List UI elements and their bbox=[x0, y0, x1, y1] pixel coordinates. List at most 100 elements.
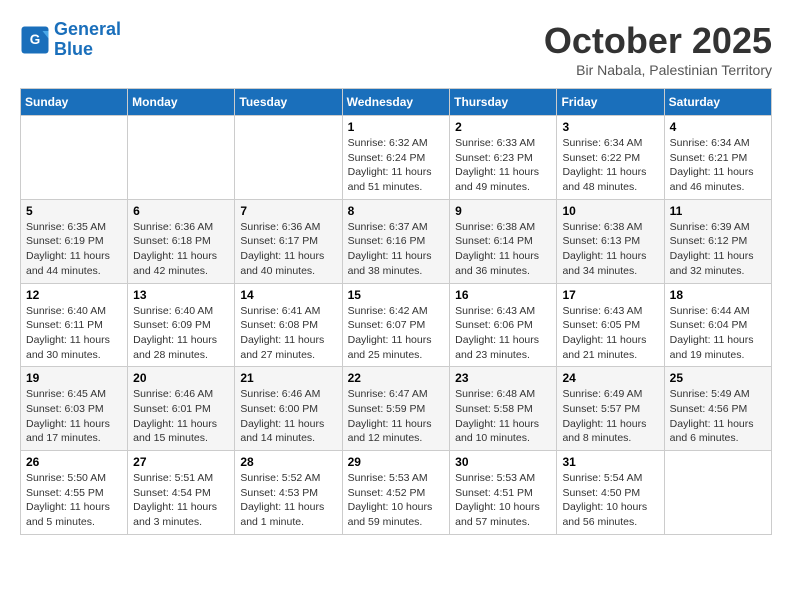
day-info: Sunrise: 5:53 AM Sunset: 4:51 PM Dayligh… bbox=[455, 471, 551, 530]
day-number: 6 bbox=[133, 204, 229, 218]
calendar-cell: 28 Sunrise: 5:52 AM Sunset: 4:53 PM Dayli… bbox=[235, 451, 342, 535]
month-title: October 2025 bbox=[544, 20, 772, 62]
calendar-cell: 25 Sunrise: 5:49 AM Sunset: 4:56 PM Dayli… bbox=[664, 367, 771, 451]
day-number: 19 bbox=[26, 371, 122, 385]
day-number: 21 bbox=[240, 371, 336, 385]
day-info: Sunrise: 6:44 AM Sunset: 6:04 PM Dayligh… bbox=[670, 304, 766, 363]
day-info: Sunrise: 6:42 AM Sunset: 6:07 PM Dayligh… bbox=[348, 304, 445, 363]
logo-icon: G bbox=[20, 25, 50, 55]
day-info: Sunrise: 6:41 AM Sunset: 6:08 PM Dayligh… bbox=[240, 304, 336, 363]
day-number: 13 bbox=[133, 288, 229, 302]
calendar-cell: 15 Sunrise: 6:42 AM Sunset: 6:07 PM Dayli… bbox=[342, 283, 450, 367]
calendar-cell: 10 Sunrise: 6:38 AM Sunset: 6:13 PM Dayli… bbox=[557, 199, 664, 283]
calendar-cell: 19 Sunrise: 6:45 AM Sunset: 6:03 PM Dayli… bbox=[21, 367, 128, 451]
day-number: 22 bbox=[348, 371, 445, 385]
page-header: G General Blue October 2025 Bir Nabala, … bbox=[20, 20, 772, 78]
calendar-cell: 7 Sunrise: 6:36 AM Sunset: 6:17 PM Daylig… bbox=[235, 199, 342, 283]
calendar-cell: 3 Sunrise: 6:34 AM Sunset: 6:22 PM Daylig… bbox=[557, 116, 664, 200]
day-info: Sunrise: 6:43 AM Sunset: 6:06 PM Dayligh… bbox=[455, 304, 551, 363]
calendar-cell bbox=[235, 116, 342, 200]
weekday-header-wednesday: Wednesday bbox=[342, 89, 450, 116]
calendar-cell: 14 Sunrise: 6:41 AM Sunset: 6:08 PM Dayli… bbox=[235, 283, 342, 367]
day-number: 29 bbox=[348, 455, 445, 469]
day-info: Sunrise: 6:36 AM Sunset: 6:17 PM Dayligh… bbox=[240, 220, 336, 279]
calendar-cell: 27 Sunrise: 5:51 AM Sunset: 4:54 PM Dayli… bbox=[128, 451, 235, 535]
calendar-header: SundayMondayTuesdayWednesdayThursdayFrid… bbox=[21, 89, 772, 116]
day-info: Sunrise: 6:48 AM Sunset: 5:58 PM Dayligh… bbox=[455, 387, 551, 446]
day-info: Sunrise: 6:39 AM Sunset: 6:12 PM Dayligh… bbox=[670, 220, 766, 279]
day-number: 2 bbox=[455, 120, 551, 134]
day-info: Sunrise: 6:46 AM Sunset: 6:00 PM Dayligh… bbox=[240, 387, 336, 446]
week-row-4: 26Sunrise: 5:50 AM Sunset: 4:55 PM Dayli… bbox=[21, 451, 772, 535]
day-number: 1 bbox=[348, 120, 445, 134]
day-number: 26 bbox=[26, 455, 122, 469]
day-number: 15 bbox=[348, 288, 445, 302]
week-row-0: 1 Sunrise: 6:32 AM Sunset: 6:24 PM Daylig… bbox=[21, 116, 772, 200]
week-row-1: 5Sunrise: 6:35 AM Sunset: 6:19 PM Daylig… bbox=[21, 199, 772, 283]
calendar-cell: 30 Sunrise: 5:53 AM Sunset: 4:51 PM Dayli… bbox=[450, 451, 557, 535]
day-info: Sunrise: 6:43 AM Sunset: 6:05 PM Dayligh… bbox=[562, 304, 658, 363]
calendar-cell: 21 Sunrise: 6:46 AM Sunset: 6:00 PM Dayli… bbox=[235, 367, 342, 451]
calendar-cell: 23 Sunrise: 6:48 AM Sunset: 5:58 PM Dayli… bbox=[450, 367, 557, 451]
location: Bir Nabala, Palestinian Territory bbox=[544, 62, 772, 78]
day-number: 31 bbox=[562, 455, 658, 469]
day-info: Sunrise: 6:45 AM Sunset: 6:03 PM Dayligh… bbox=[26, 387, 122, 446]
day-info: Sunrise: 6:33 AM Sunset: 6:23 PM Dayligh… bbox=[455, 136, 551, 195]
calendar-cell: 16 Sunrise: 6:43 AM Sunset: 6:06 PM Dayli… bbox=[450, 283, 557, 367]
day-number: 14 bbox=[240, 288, 336, 302]
weekday-header-saturday: Saturday bbox=[664, 89, 771, 116]
day-number: 9 bbox=[455, 204, 551, 218]
day-info: Sunrise: 6:46 AM Sunset: 6:01 PM Dayligh… bbox=[133, 387, 229, 446]
day-number: 30 bbox=[455, 455, 551, 469]
day-number: 28 bbox=[240, 455, 336, 469]
day-info: Sunrise: 6:40 AM Sunset: 6:09 PM Dayligh… bbox=[133, 304, 229, 363]
week-row-3: 19 Sunrise: 6:45 AM Sunset: 6:03 PM Dayli… bbox=[21, 367, 772, 451]
calendar-cell: 22Sunrise: 6:47 AM Sunset: 5:59 PM Dayli… bbox=[342, 367, 450, 451]
weekday-header-tuesday: Tuesday bbox=[235, 89, 342, 116]
day-number: 7 bbox=[240, 204, 336, 218]
calendar-cell: 24 Sunrise: 6:49 AM Sunset: 5:57 PM Dayli… bbox=[557, 367, 664, 451]
day-number: 24 bbox=[562, 371, 658, 385]
day-number: 20 bbox=[133, 371, 229, 385]
day-number: 17 bbox=[562, 288, 658, 302]
day-number: 25 bbox=[670, 371, 766, 385]
calendar-cell: 31 Sunrise: 5:54 AM Sunset: 4:50 PM Dayli… bbox=[557, 451, 664, 535]
calendar-cell bbox=[21, 116, 128, 200]
day-info: Sunrise: 5:49 AM Sunset: 4:56 PM Dayligh… bbox=[670, 387, 766, 446]
calendar-cell bbox=[664, 451, 771, 535]
day-number: 3 bbox=[562, 120, 658, 134]
day-number: 27 bbox=[133, 455, 229, 469]
day-info: Sunrise: 6:38 AM Sunset: 6:13 PM Dayligh… bbox=[562, 220, 658, 279]
calendar-cell: 26Sunrise: 5:50 AM Sunset: 4:55 PM Dayli… bbox=[21, 451, 128, 535]
calendar-cell bbox=[128, 116, 235, 200]
day-info: Sunrise: 6:32 AM Sunset: 6:24 PM Dayligh… bbox=[348, 136, 445, 195]
day-number: 16 bbox=[455, 288, 551, 302]
day-number: 23 bbox=[455, 371, 551, 385]
day-number: 4 bbox=[670, 120, 766, 134]
logo: G General Blue bbox=[20, 20, 121, 60]
day-number: 12 bbox=[26, 288, 122, 302]
svg-text:G: G bbox=[30, 32, 41, 47]
day-info: Sunrise: 5:51 AM Sunset: 4:54 PM Dayligh… bbox=[133, 471, 229, 530]
calendar-cell: 18Sunrise: 6:44 AM Sunset: 6:04 PM Dayli… bbox=[664, 283, 771, 367]
calendar-cell: 6Sunrise: 6:36 AM Sunset: 6:18 PM Daylig… bbox=[128, 199, 235, 283]
calendar-body: 1 Sunrise: 6:32 AM Sunset: 6:24 PM Daylig… bbox=[21, 116, 772, 535]
weekday-header-sunday: Sunday bbox=[21, 89, 128, 116]
day-number: 10 bbox=[562, 204, 658, 218]
day-info: Sunrise: 6:49 AM Sunset: 5:57 PM Dayligh… bbox=[562, 387, 658, 446]
day-info: Sunrise: 6:37 AM Sunset: 6:16 PM Dayligh… bbox=[348, 220, 445, 279]
day-info: Sunrise: 5:54 AM Sunset: 4:50 PM Dayligh… bbox=[562, 471, 658, 530]
day-info: Sunrise: 6:35 AM Sunset: 6:19 PM Dayligh… bbox=[26, 220, 122, 279]
day-number: 11 bbox=[670, 204, 766, 218]
day-info: Sunrise: 6:34 AM Sunset: 6:21 PM Dayligh… bbox=[670, 136, 766, 195]
calendar-cell: 11 Sunrise: 6:39 AM Sunset: 6:12 PM Dayli… bbox=[664, 199, 771, 283]
day-info: Sunrise: 5:52 AM Sunset: 4:53 PM Dayligh… bbox=[240, 471, 336, 530]
calendar-cell: 8Sunrise: 6:37 AM Sunset: 6:16 PM Daylig… bbox=[342, 199, 450, 283]
day-info: Sunrise: 6:34 AM Sunset: 6:22 PM Dayligh… bbox=[562, 136, 658, 195]
calendar-cell: 5Sunrise: 6:35 AM Sunset: 6:19 PM Daylig… bbox=[21, 199, 128, 283]
day-info: Sunrise: 5:53 AM Sunset: 4:52 PM Dayligh… bbox=[348, 471, 445, 530]
calendar-cell: 12Sunrise: 6:40 AM Sunset: 6:11 PM Dayli… bbox=[21, 283, 128, 367]
title-block: October 2025 Bir Nabala, Palestinian Ter… bbox=[544, 20, 772, 78]
calendar-cell: 20 Sunrise: 6:46 AM Sunset: 6:01 PM Dayli… bbox=[128, 367, 235, 451]
calendar-cell: 2 Sunrise: 6:33 AM Sunset: 6:23 PM Daylig… bbox=[450, 116, 557, 200]
